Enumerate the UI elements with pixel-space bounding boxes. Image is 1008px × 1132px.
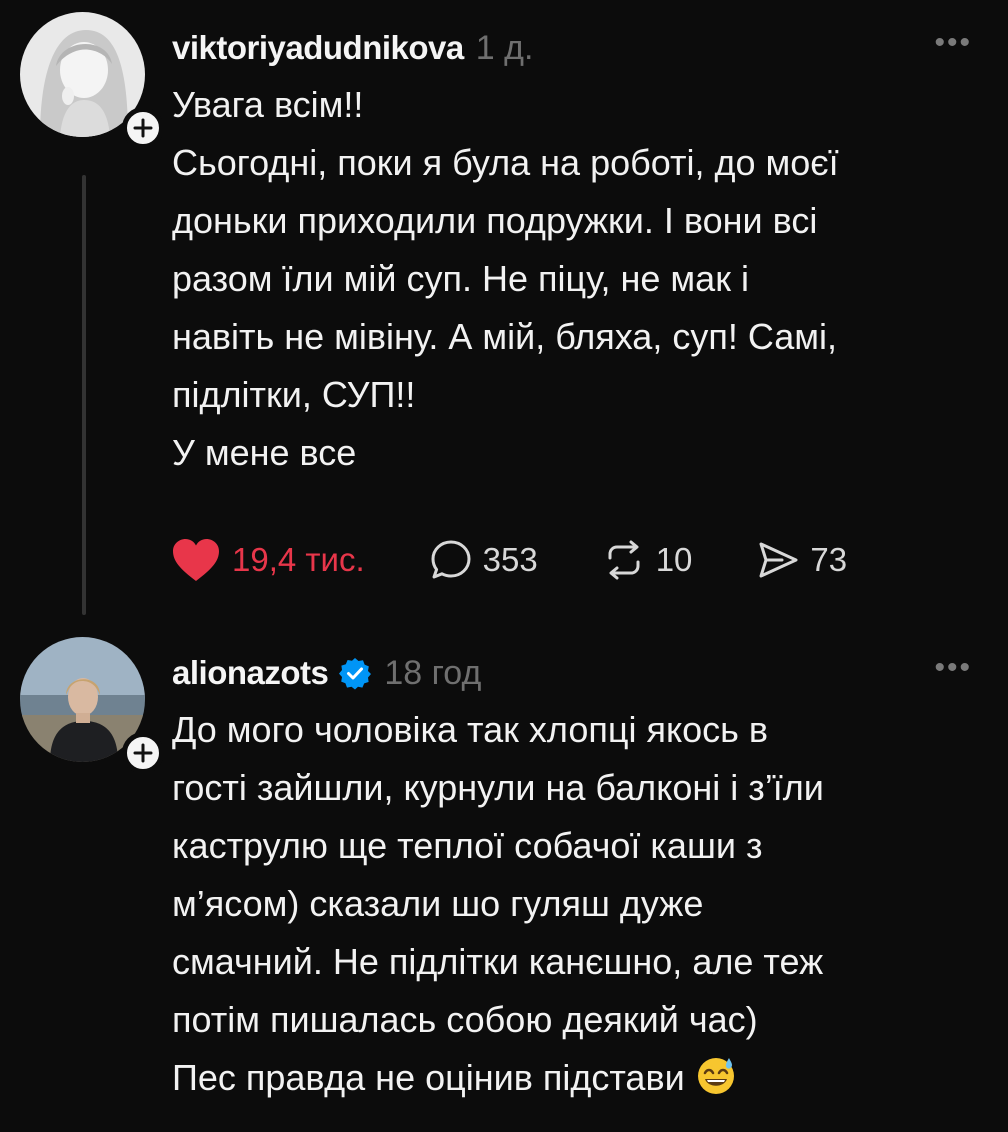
post-text-line: каструлю ще теплої собачої каши з [172, 825, 763, 866]
post-text-line: доньки приходили подружки. І вони всі [172, 200, 818, 241]
post-header: viktoriyadudnikova 1 д. [172, 18, 533, 78]
comment-count: 353 [482, 541, 538, 578]
thread-post: alionazots 18 год ••• До мого чоловіка т… [0, 625, 1008, 1132]
post-text: Увага всім!! Сьогодні, поки я була на ро… [172, 76, 972, 482]
repost-count: 10 [655, 541, 693, 578]
username[interactable]: viktoriyadudnikova [172, 29, 464, 67]
post-header: alionazots 18 год [172, 643, 481, 703]
post-text-line: Увага всім!! [172, 84, 364, 125]
plus-icon [133, 118, 153, 138]
like-button[interactable]: 19,4 тис. [170, 536, 365, 584]
send-icon [759, 542, 798, 578]
share-count: 73 [810, 541, 848, 578]
thread-post: viktoriyadudnikova 1 д. ••• Увага всім!!… [0, 0, 1008, 625]
post-text-line: потім пишалась собою деякий час) [172, 999, 758, 1040]
post-text-line: До мого чоловіка так хлопці якось в [172, 709, 769, 750]
post-text-line: м’ясом) сказали шо гуляш дуже [172, 883, 704, 924]
post-time: 1 д. [475, 28, 534, 67]
grinning-sweat-emoji-icon [697, 1058, 734, 1094]
post-text-line: Пес правда не оцінив підстави [172, 1057, 685, 1098]
post-text-line: смачний. Не підлітки канєшно, але теж [172, 941, 824, 982]
like-count: 19,4 тис. [232, 541, 365, 578]
follow-plus-button[interactable] [122, 732, 164, 774]
more-options-button[interactable]: ••• [934, 653, 972, 683]
comment-bubble-icon [431, 540, 471, 579]
repost-button[interactable]: 10 [602, 538, 693, 582]
post-text-line: Сьогодні, поки я була на роботі, до моєї [172, 142, 839, 183]
post-text: До мого чоловіка так хлопці якось в гост… [172, 701, 972, 1107]
username[interactable]: alionazots [172, 654, 329, 692]
comment-button[interactable]: 353 [429, 538, 538, 582]
post-text-line: разом їли мій суп. Не піцу, не мак і [172, 258, 749, 299]
author-avatar-container[interactable] [20, 637, 164, 774]
author-avatar-container[interactable] [20, 12, 164, 149]
more-horizontal-icon: ••• [934, 651, 972, 684]
post-text-line: навіть не мівіну. А мій, бляха, суп! Сам… [172, 316, 837, 357]
plus-icon [133, 743, 153, 763]
post-text-line: підлітки, СУП!! [172, 374, 416, 415]
post-time: 18 год [384, 653, 482, 692]
thread-connector-line [82, 175, 86, 615]
post-text-line: У мене все [172, 432, 357, 473]
more-options-button[interactable]: ••• [934, 28, 972, 58]
post-text-line-last: Пес правда не оцінив підстави [172, 1049, 972, 1107]
repost-icon [608, 540, 640, 580]
follow-plus-button[interactable] [122, 107, 164, 149]
more-horizontal-icon: ••• [934, 26, 972, 59]
post-text-line: гості зайшли, курнули на балконі і з’їли [172, 767, 824, 808]
share-button[interactable]: 73 [756, 538, 847, 582]
post-actions: 19,4 тис. 353 10 73 [170, 532, 911, 588]
heart-filled-icon [173, 539, 219, 581]
verified-badge-icon [339, 658, 372, 690]
